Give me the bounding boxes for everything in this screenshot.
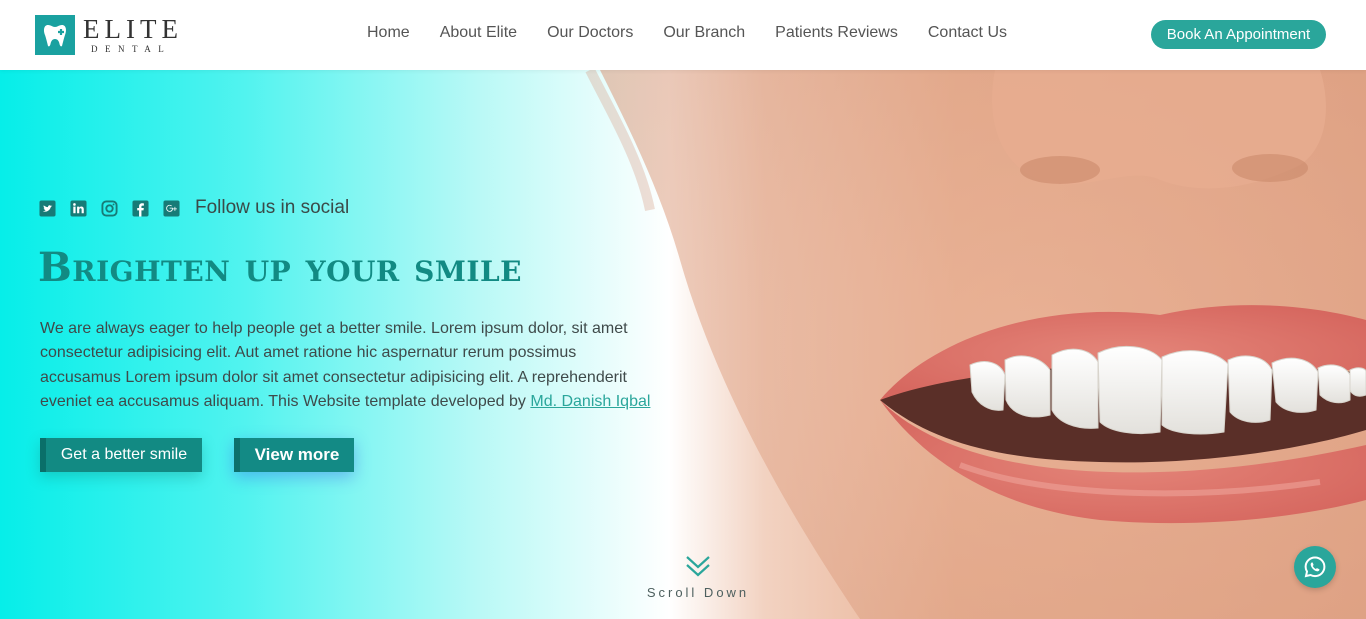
hero-description: We are always eager to help people get a…: [40, 317, 660, 415]
get-better-smile-button[interactable]: Get a better smile: [40, 438, 202, 472]
site-header: ELITE DENTAL Home About Elite Our Doctor…: [0, 0, 1366, 70]
follow-social-text: Follow us in social: [195, 197, 350, 218]
instagram-icon[interactable]: [101, 199, 118, 217]
nav-about-elite[interactable]: About Elite: [440, 24, 517, 42]
nav-home[interactable]: Home: [367, 24, 410, 42]
whatsapp-button[interactable]: [1294, 546, 1336, 588]
brand-name: ELITE: [83, 14, 183, 44]
view-more-button[interactable]: View more: [234, 438, 354, 472]
tooth-icon: [35, 15, 75, 55]
whatsapp-icon: [1304, 556, 1326, 578]
hero-headline: Brighten up your smile: [38, 244, 522, 291]
main-nav: Home About Elite Our Doctors Our Branch …: [367, 24, 1037, 42]
double-chevron-down-icon: [686, 556, 710, 577]
scroll-down[interactable]: Scroll Down: [636, 555, 760, 600]
book-appointment-button[interactable]: Book An Appointment: [1151, 20, 1326, 49]
brand-logo[interactable]: ELITE DENTAL: [35, 15, 183, 55]
hero-section: Follow us in social Brighten up your smi…: [0, 70, 1366, 619]
google-plus-icon[interactable]: [163, 199, 180, 217]
social-links: Follow us in social: [39, 197, 349, 219]
developer-link[interactable]: Md. Danish Iqbal: [530, 393, 650, 410]
scroll-down-label: Scroll Down: [646, 585, 750, 600]
twitter-icon[interactable]: [39, 199, 56, 217]
facebook-icon[interactable]: [132, 199, 149, 217]
nav-our-doctors[interactable]: Our Doctors: [547, 24, 633, 42]
nav-patients-reviews[interactable]: Patients Reviews: [775, 24, 898, 42]
nav-our-branch[interactable]: Our Branch: [663, 24, 745, 42]
nav-contact-us[interactable]: Contact Us: [928, 24, 1007, 42]
linkedin-icon[interactable]: [70, 199, 87, 217]
brand-subtitle: DENTAL: [91, 44, 172, 54]
